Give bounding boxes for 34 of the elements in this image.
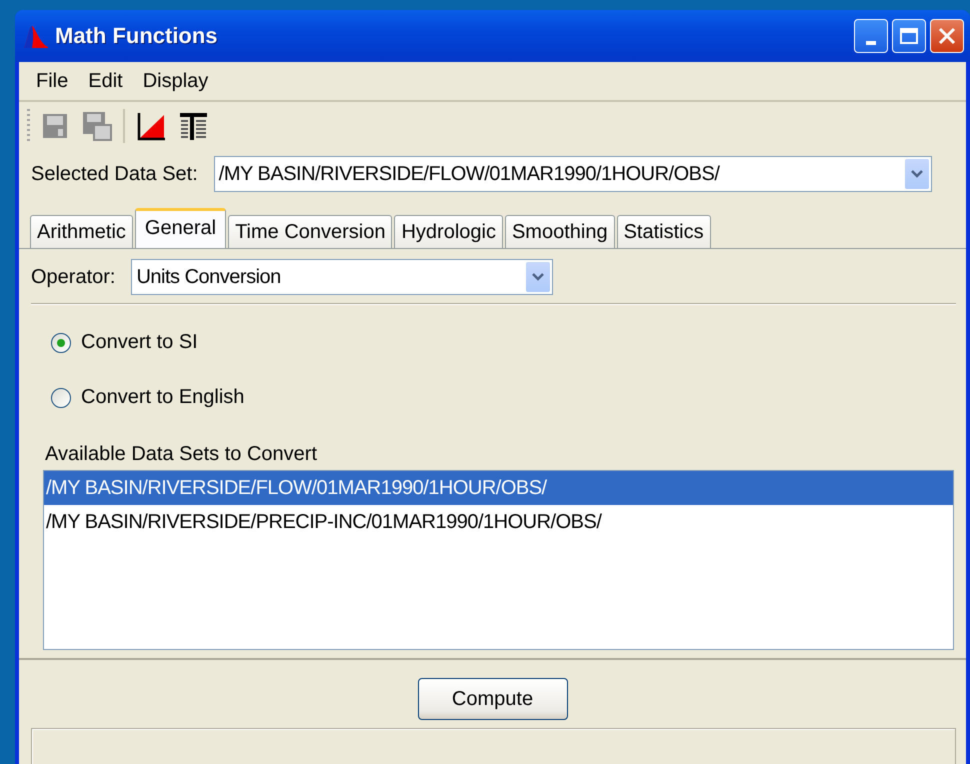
toolbar-grip (27, 109, 30, 143)
chevron-down-icon (910, 169, 924, 179)
tab[interactable]: Hydrologic (394, 215, 503, 248)
table-icon (178, 111, 208, 141)
menu-item[interactable]: File (32, 68, 72, 94)
chart-icon (136, 111, 166, 141)
maximize-button[interactable] (892, 19, 926, 53)
chevron-down-icon (531, 272, 546, 282)
tab[interactable]: Arithmetic (30, 215, 133, 248)
list-label: Available Data Sets to Convert (45, 443, 318, 466)
floppy-disk-icon (82, 111, 112, 141)
tab[interactable]: Statistics (616, 215, 711, 248)
field-label: Selected Data Set: (31, 162, 198, 186)
list-item[interactable]: /MY BASIN/RIVERSIDE/FLOW/01MAR1990/1HOUR/OBS/ (44, 471, 953, 505)
window-title: Math Functions (55, 23, 219, 49)
field-label: Operator: (31, 266, 116, 288)
compute-button[interactable]: Compute (418, 678, 568, 720)
menu-item[interactable]: Edit (84, 68, 127, 94)
maximize-icon (899, 27, 919, 45)
radio-button[interactable] (51, 332, 71, 352)
menu-item[interactable]: Display (138, 68, 212, 94)
app-logo-icon (23, 23, 49, 49)
close-icon (937, 26, 957, 46)
tab[interactable]: Smoothing (504, 215, 615, 248)
minimize-icon (866, 41, 876, 45)
tab[interactable]: General (134, 208, 226, 248)
close-button[interactable] (930, 19, 964, 53)
minimize-button[interactable] (854, 19, 888, 53)
radio-label[interactable]: Convert to English (81, 386, 244, 409)
tab[interactable]: Time Conversion (228, 215, 392, 248)
data-set-dropdown[interactable]: /MY BASIN/RIVERSIDE/FLOW/01MAR1990/1HOUR/OBS/ (214, 156, 932, 192)
radio-button[interactable] (51, 388, 71, 408)
radio-label[interactable]: Convert to SI (81, 331, 198, 354)
operator-dropdown[interactable]: Units Conversion (131, 259, 554, 295)
